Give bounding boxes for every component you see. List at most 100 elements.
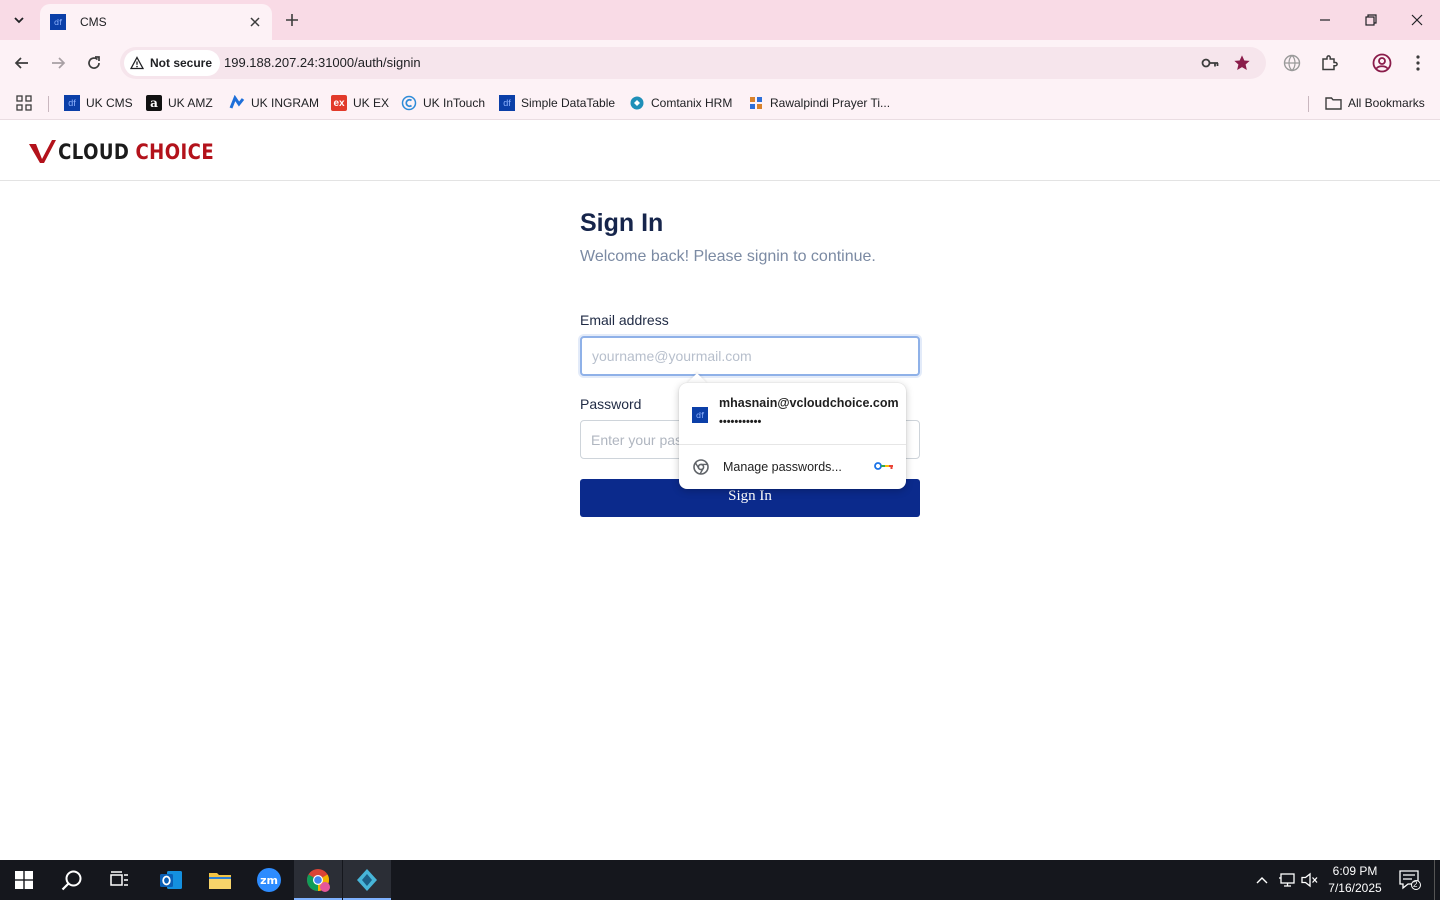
zoom-icon: zm (257, 868, 281, 892)
start-button[interactable] (0, 860, 48, 900)
arrow-left-icon (14, 57, 28, 69)
bookmarks-bar: df UK CMS a UK AMZ UK INGRAM ex UK EX UK… (0, 86, 1440, 120)
task-view-icon (110, 871, 128, 886)
bookmarks-divider (48, 96, 49, 112)
amazon-icon: a (146, 95, 162, 111)
folder-icon (1325, 97, 1342, 110)
chevron-down-icon (14, 17, 24, 24)
bookmark-comtanix-hrm[interactable]: Comtanix HRM (629, 92, 732, 114)
password-autofill-popup: df mhasnain@vcloudchoice.com •••••••••••… (679, 383, 906, 489)
zoom-app[interactable]: zm (245, 860, 293, 900)
pinned-app[interactable] (343, 860, 391, 900)
tab-close-button[interactable] (246, 13, 264, 31)
tab-search-button[interactable] (5, 6, 33, 34)
tab-cms[interactable]: df CMS (40, 4, 272, 40)
volume-button[interactable] (1299, 860, 1321, 900)
svg-text:CLOUD: CLOUD (58, 140, 129, 165)
bookmark-uk-intouch[interactable]: UK InTouch (401, 92, 485, 114)
bookmark-label: UK CMS (86, 96, 133, 110)
restore-icon (1365, 14, 1377, 26)
bookmark-simple-datatable[interactable]: df Simple DataTable (499, 92, 615, 114)
notification-icon (1399, 870, 1421, 890)
network-button[interactable] (1276, 860, 1298, 900)
apps-grid-icon (16, 95, 32, 111)
show-desktop-button[interactable] (1434, 860, 1440, 900)
password-key-button[interactable] (1200, 53, 1220, 73)
bookmark-label: Comtanix HRM (651, 96, 733, 110)
minimize-icon (1320, 19, 1330, 21)
bookmark-label: Simple DataTable (521, 96, 616, 110)
bookmark-uk-ingram[interactable]: UK INGRAM (229, 92, 319, 114)
comtanix-icon (630, 96, 644, 110)
saved-username: mhasnain@vcloudchoice.com (719, 396, 899, 410)
restore-button[interactable] (1348, 4, 1394, 36)
reload-button[interactable] (79, 48, 109, 78)
ex-icon: ex (331, 95, 347, 111)
bookmark-rawalpindi-prayer[interactable]: Rawalpindi Prayer Ti... (748, 92, 890, 114)
search-button[interactable] (48, 860, 96, 900)
bookmark-uk-ex[interactable]: ex UK EX (331, 92, 389, 114)
bookmark-label: UK INGRAM (251, 96, 320, 110)
system-clock[interactable]: 6:09 PM 7/16/2025 (1322, 863, 1388, 897)
bookmark-uk-cms[interactable]: df UK CMS (64, 92, 133, 114)
bookmark-label: Rawalpindi Prayer Ti... (770, 96, 891, 110)
security-chip[interactable]: Not secure (124, 50, 221, 76)
url-text[interactable]: 199.188.207.24:31000/auth/signin (224, 55, 421, 70)
close-icon (1411, 14, 1423, 26)
bookmark-star-button[interactable] (1232, 53, 1252, 73)
forward-button[interactable] (43, 48, 73, 78)
file-explorer-app[interactable] (196, 860, 244, 900)
minimize-button[interactable] (1302, 4, 1348, 36)
email-field[interactable] (580, 336, 920, 376)
bookmark-label: UK EX (353, 96, 390, 110)
manage-passwords-label: Manage passwords... (723, 460, 842, 474)
bookmark-uk-amz[interactable]: a UK AMZ (146, 92, 213, 114)
outlook-icon (160, 871, 182, 889)
df-icon: df (499, 95, 515, 111)
search-icon (61, 870, 82, 891)
ingram-icon (229, 95, 245, 109)
clock-time: 6:09 PM (1332, 864, 1378, 878)
close-icon (250, 17, 260, 27)
browser-tab-bar: df CMS (0, 0, 1440, 40)
df-icon: df (692, 407, 708, 423)
warning-icon (130, 56, 144, 70)
all-bookmarks-label: All Bookmarks (1348, 96, 1425, 110)
task-view-button[interactable] (96, 860, 144, 900)
apps-button[interactable] (16, 92, 32, 114)
clock-date: 7/16/2025 (1328, 881, 1382, 895)
translate-button[interactable] (1281, 52, 1303, 74)
security-label: Not secure (150, 56, 213, 70)
intouch-icon (401, 95, 417, 111)
chrome-app[interactable] (294, 860, 342, 900)
vcloudchoice-logo[interactable]: CLOUD CHOICE (28, 137, 244, 165)
outlook-app[interactable] (147, 860, 195, 900)
all-bookmarks-button[interactable]: All Bookmarks (1325, 92, 1425, 114)
action-center-button[interactable]: 2 (1394, 860, 1426, 900)
show-hidden-icons-button[interactable] (1252, 860, 1272, 900)
volume-muted-icon (1301, 872, 1318, 888)
network-icon (1279, 873, 1295, 887)
profile-button[interactable] (1371, 52, 1393, 74)
puzzle-icon (1322, 55, 1338, 71)
menu-button[interactable] (1407, 52, 1429, 74)
back-button[interactable] (7, 48, 37, 78)
arrow-right-icon (52, 57, 66, 69)
kebab-menu-icon (1416, 55, 1420, 71)
manage-passwords-item[interactable]: Manage passwords... (679, 449, 906, 485)
password-manager-key-icon (874, 462, 893, 470)
new-tab-button[interactable] (280, 8, 304, 32)
chevron-up-icon (1256, 877, 1268, 884)
close-window-button[interactable] (1394, 4, 1440, 36)
email-label: Email address (580, 312, 669, 328)
address-bar[interactable]: Not secure 199.188.207.24:31000/auth/sig… (120, 47, 1266, 79)
saved-credential-item[interactable]: df mhasnain@vcloudchoice.com ••••••••••• (679, 383, 906, 441)
extensions-button[interactable] (1318, 52, 1340, 74)
bookmark-label: UK InTouch (423, 96, 486, 110)
star-icon (1234, 55, 1250, 71)
password-label: Password (580, 396, 642, 412)
app-icon (357, 869, 377, 891)
page-title: Sign In (580, 209, 664, 237)
notification-count: 2 (1413, 880, 1418, 889)
prayer-icon (750, 97, 762, 109)
